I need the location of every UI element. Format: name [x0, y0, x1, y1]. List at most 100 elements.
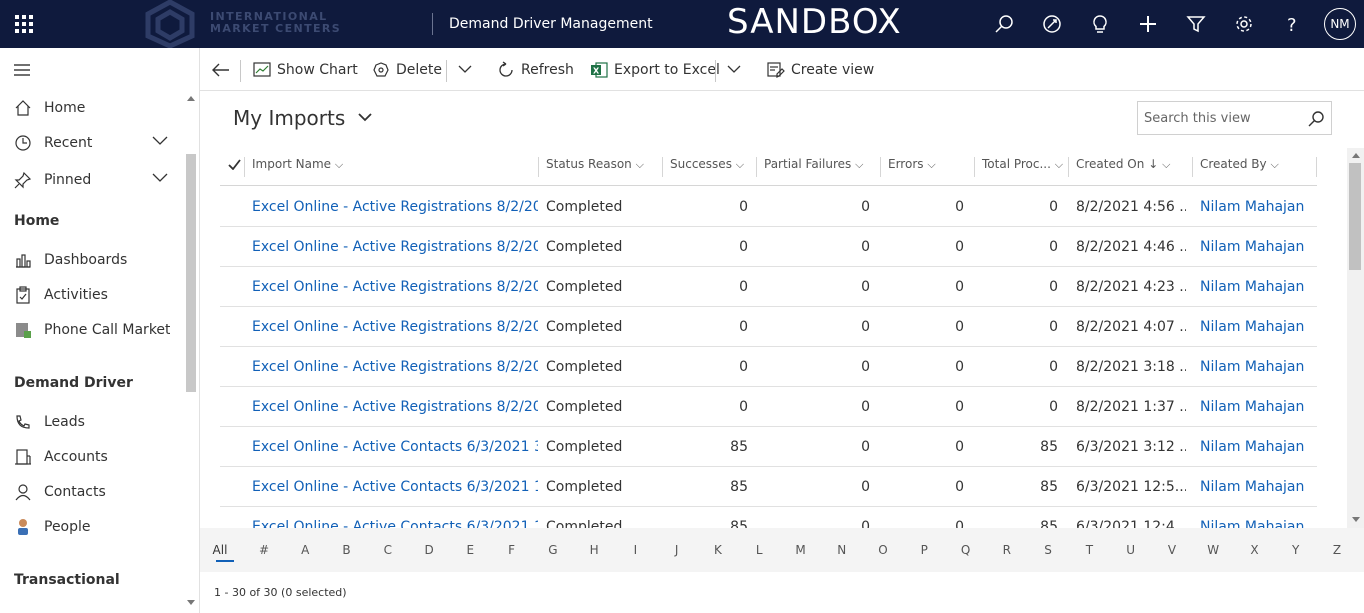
alphabet-filter-z[interactable]: Z	[1327, 543, 1347, 557]
sidebar-item-recent[interactable]: Recent	[0, 125, 186, 160]
app-name[interactable]: Demand Driver Management	[449, 16, 653, 32]
import-name-link[interactable]: Excel Online - Active Contacts 6/3/2021 …	[252, 519, 538, 528]
created-by-link[interactable]: Nilam Mahajan	[1200, 239, 1310, 255]
created-by-link[interactable]: Nilam Mahajan	[1200, 519, 1310, 528]
alphabet-filter-f[interactable]: F	[502, 543, 522, 557]
delete-button[interactable]: Delete	[372, 48, 442, 91]
table-row[interactable]: Excel Online - Active Registrations 8/2/…	[220, 187, 1317, 227]
create-view-button[interactable]: Create view	[767, 48, 874, 91]
column-header-created-on[interactable]: Created On ↓ ⌵	[1076, 157, 1170, 172]
export-to-excel-button[interactable]: X Export to Excel	[590, 48, 720, 91]
alphabet-filter-b[interactable]: B	[337, 543, 357, 557]
user-avatar[interactable]: NM	[1324, 8, 1356, 40]
import-name-link[interactable]: Excel Online - Active Contacts 6/3/2021 …	[252, 479, 538, 495]
alphabet-filter-s[interactable]: S	[1038, 543, 1058, 557]
sidebar-item-people[interactable]: People	[0, 509, 186, 544]
import-name-link[interactable]: Excel Online - Active Registrations 8/2/…	[252, 239, 538, 255]
alphabet-filter-t[interactable]: T	[1079, 543, 1099, 557]
column-header-status-reason[interactable]: Status Reason ⌵	[546, 157, 644, 172]
table-row[interactable]: Excel Online - Active Registrations 8/2/…	[220, 387, 1317, 427]
table-row[interactable]: Excel Online - Active Contacts 6/3/2021 …	[220, 507, 1317, 528]
alphabet-filter-j[interactable]: J	[667, 543, 687, 557]
sidebar-item-accounts[interactable]: Accounts	[0, 439, 186, 474]
alphabet-filter-g[interactable]: G	[543, 543, 563, 557]
show-chart-button[interactable]: Show Chart	[253, 48, 358, 91]
alphabet-filter-o[interactable]: O	[873, 543, 893, 557]
created-by-link[interactable]: Nilam Mahajan	[1200, 359, 1310, 375]
import-name-link[interactable]: Excel Online - Active Contacts 6/3/2021 …	[252, 439, 538, 455]
scroll-up-icon[interactable]	[186, 94, 196, 102]
alphabet-filter-h[interactable]: H	[584, 543, 604, 557]
alphabet-filter-e[interactable]: E	[460, 543, 480, 557]
alphabet-filter-a[interactable]: A	[295, 543, 315, 557]
alphabet-filter-k[interactable]: K	[708, 543, 728, 557]
table-row[interactable]: Excel Online - Active Contacts 6/3/2021 …	[220, 427, 1317, 467]
alphabet-filter-c[interactable]: C	[378, 543, 398, 557]
alphabet-filter-n[interactable]: N	[832, 543, 852, 557]
alphabet-filter-r[interactable]: R	[997, 543, 1017, 557]
column-header-errors[interactable]: Errors ⌵	[888, 157, 936, 172]
back-button[interactable]	[212, 48, 230, 91]
column-header-partial-failures[interactable]: Partial Failures ⌵	[764, 157, 863, 172]
alphabet-filter-m[interactable]: M	[791, 543, 811, 557]
view-selector[interactable]: My Imports	[233, 106, 372, 130]
created-by-link[interactable]: Nilam Mahajan	[1200, 439, 1310, 455]
sidebar-item-leads[interactable]: Leads	[0, 404, 186, 439]
sidebar-item-activities[interactable]: Activities	[0, 277, 186, 312]
table-row[interactable]: Excel Online - Active Registrations 8/2/…	[220, 307, 1317, 347]
column-header-created-by[interactable]: Created By ⌵	[1200, 157, 1279, 172]
search-button[interactable]	[992, 12, 1016, 36]
more-export-options-button[interactable]	[727, 48, 741, 91]
select-all-checkmark-icon[interactable]	[228, 159, 241, 170]
more-delete-options-button[interactable]	[458, 48, 472, 91]
created-by-link[interactable]: Nilam Mahajan	[1200, 199, 1310, 215]
sidebar-scrollbar[interactable]	[186, 154, 196, 392]
search-icon[interactable]	[1308, 111, 1324, 127]
import-name-link[interactable]: Excel Online - Active Registrations 8/2/…	[252, 199, 538, 215]
search-input[interactable]: Search this view	[1137, 101, 1332, 135]
alphabet-filter-v[interactable]: V	[1162, 543, 1182, 557]
scroll-down-icon[interactable]	[1351, 516, 1361, 523]
column-header-import-name[interactable]: Import Name ⌵	[252, 157, 343, 172]
app-launcher-button[interactable]	[0, 0, 48, 48]
refresh-button[interactable]: Refresh	[497, 48, 574, 91]
column-header-total-processed[interactable]: Total Proc... ⌵	[982, 157, 1063, 172]
alphabet-filter-l[interactable]: L	[749, 543, 769, 557]
alphabet-filter-number[interactable]: #	[254, 543, 274, 557]
insights-button[interactable]	[1088, 12, 1112, 36]
alphabet-filter-w[interactable]: W	[1203, 543, 1223, 557]
created-by-link[interactable]: Nilam Mahajan	[1200, 319, 1310, 335]
created-by-link[interactable]: Nilam Mahajan	[1200, 279, 1310, 295]
alphabet-filter-d[interactable]: D	[419, 543, 439, 557]
alphabet-filter-i[interactable]: I	[625, 543, 645, 557]
alphabet-filter-x[interactable]: X	[1244, 543, 1264, 557]
import-name-link[interactable]: Excel Online - Active Registrations 8/2/…	[252, 399, 538, 415]
alphabet-filter-p[interactable]: P	[914, 543, 934, 557]
alphabet-filter-u[interactable]: U	[1121, 543, 1141, 557]
import-name-link[interactable]: Excel Online - Active Registrations 8/2/…	[252, 359, 538, 375]
settings-button[interactable]	[1232, 12, 1256, 36]
sidebar-item-home[interactable]: Home	[0, 90, 186, 125]
chevron-down-icon[interactable]	[152, 173, 168, 183]
sidebar-item-pinned[interactable]: Pinned	[0, 162, 186, 197]
new-record-button[interactable]	[1136, 12, 1160, 36]
assistant-button[interactable]	[1040, 12, 1064, 36]
alphabet-filter-y[interactable]: Y	[1286, 543, 1306, 557]
created-by-link[interactable]: Nilam Mahajan	[1200, 479, 1310, 495]
import-name-link[interactable]: Excel Online - Active Registrations 8/2/…	[252, 279, 538, 295]
alphabet-filter-q[interactable]: Q	[956, 543, 976, 557]
column-header-successes[interactable]: Successes ⌵	[670, 157, 744, 172]
table-row[interactable]: Excel Online - Active Registrations 8/2/…	[220, 267, 1317, 307]
chevron-down-icon[interactable]	[152, 136, 168, 146]
sidebar-item-dashboards[interactable]: Dashboards	[0, 242, 186, 277]
scroll-up-icon[interactable]	[1351, 152, 1361, 159]
table-row[interactable]: Excel Online - Active Contacts 6/3/2021 …	[220, 467, 1317, 507]
advanced-find-button[interactable]	[1184, 12, 1208, 36]
sidebar-item-phone-call-marketing[interactable]: Phone Call Market...	[0, 312, 186, 347]
grid-scrollbar-thumb[interactable]	[1349, 163, 1361, 270]
table-row[interactable]: Excel Online - Active Registrations 8/2/…	[220, 227, 1317, 267]
sitemap-toggle-button[interactable]	[14, 62, 30, 81]
scroll-down-icon[interactable]	[186, 599, 196, 607]
alphabet-filter-all[interactable]: All	[210, 543, 230, 557]
table-row[interactable]: Excel Online - Active Registrations 8/2/…	[220, 347, 1317, 387]
